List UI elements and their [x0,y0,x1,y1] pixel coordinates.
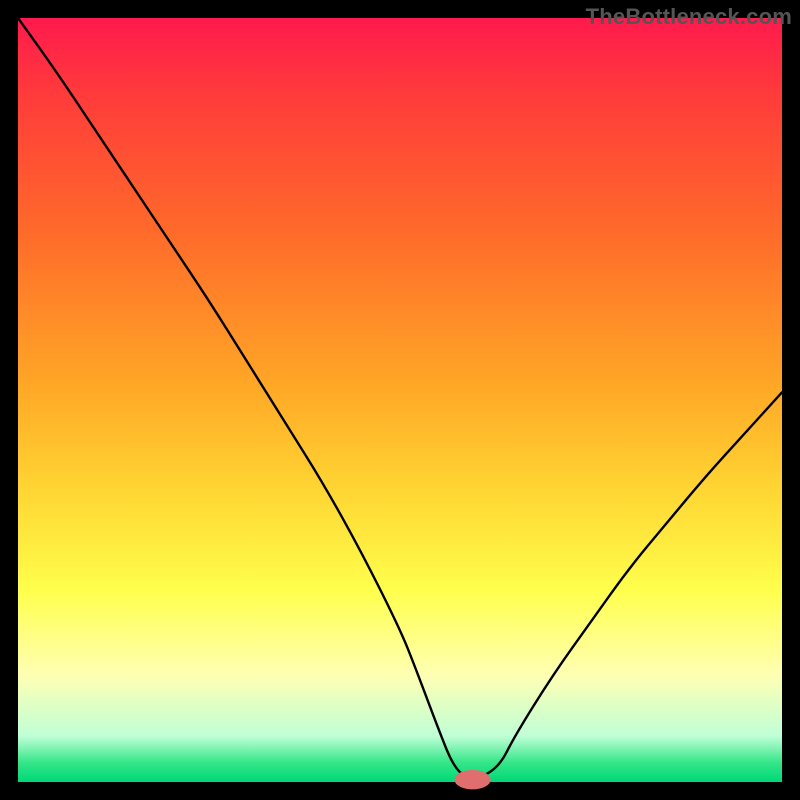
optimal-point-marker [455,771,490,789]
bottleneck-curve [18,18,782,780]
watermark-text: TheBottleneck.com [586,4,792,30]
plot-area [18,18,782,782]
chart-container: TheBottleneck.com [0,0,800,800]
chart-svg [18,18,782,782]
